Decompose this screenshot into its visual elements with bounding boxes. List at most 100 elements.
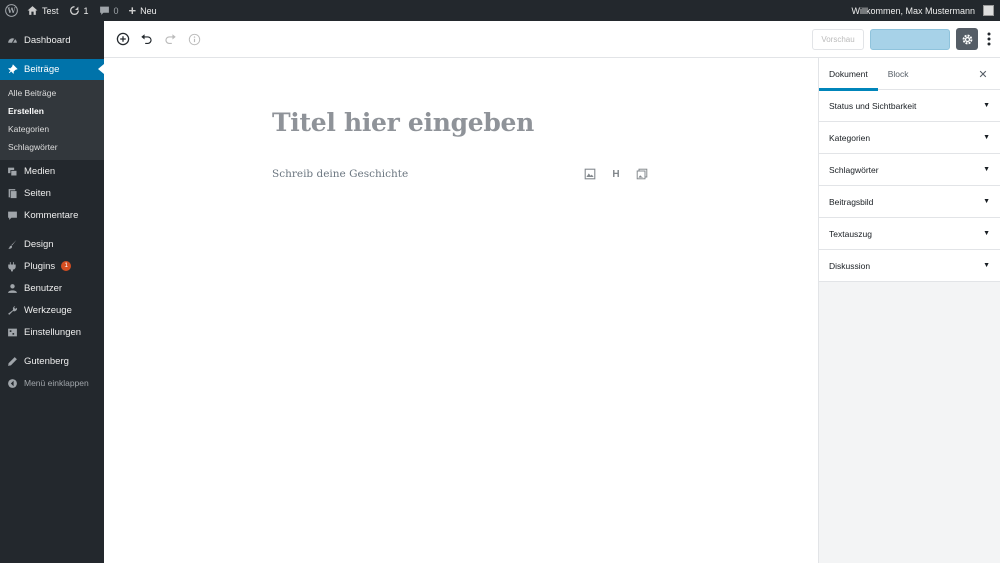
menu-label: Dashboard	[24, 34, 71, 46]
section-excerpt[interactable]: Textauszug ▼	[819, 218, 1000, 250]
settings-icon	[6, 326, 18, 338]
post-title-input[interactable]: Titel hier eingeben	[272, 108, 534, 137]
site-name: Test	[42, 5, 59, 16]
image-icon	[584, 168, 596, 180]
site-link[interactable]: Test	[22, 0, 64, 21]
heading-block-button[interactable]: H	[608, 166, 624, 182]
wordpress-logo-icon[interactable]: W	[0, 0, 22, 21]
preview-button[interactable]: Vorschau	[812, 28, 864, 50]
info-button[interactable]	[183, 28, 206, 51]
section-title: Textauszug	[829, 228, 872, 239]
editor-canvas: Titel hier eingeben Schreib deine Geschi…	[104, 58, 818, 563]
redo-button[interactable]	[159, 28, 182, 51]
menu-item-tools[interactable]: Werkzeuge	[0, 299, 104, 321]
close-settings-button[interactable]: ✕	[976, 67, 990, 81]
updates-count: 1	[83, 5, 89, 16]
vertical-ellipsis-icon	[987, 32, 991, 46]
section-title: Status und Sichtbarkeit	[829, 100, 917, 111]
menu-item-pages[interactable]: Seiten	[0, 182, 104, 204]
settings-tabs: Dokument Block ✕	[819, 58, 1000, 91]
menu-label: Seiten	[24, 187, 51, 199]
menu-item-media[interactable]: Medien	[0, 160, 104, 182]
updates-icon	[69, 5, 79, 16]
menu-item-comments[interactable]: Kommentare	[0, 204, 104, 226]
post-body-placeholder[interactable]: Schreib deine Geschichte	[272, 168, 408, 180]
section-categories[interactable]: Kategorien ▼	[819, 122, 1000, 154]
undo-button[interactable]	[135, 28, 158, 51]
menu-label: Einstellungen	[24, 326, 82, 338]
menu-label: Benutzer	[24, 282, 63, 294]
section-discussion[interactable]: Diskussion ▼	[819, 250, 1000, 282]
section-title: Diskussion	[829, 260, 871, 271]
new-content-link[interactable]: + Neu	[124, 0, 162, 21]
tab-block[interactable]: Block	[878, 58, 919, 90]
settings-toggle-button[interactable]	[956, 28, 978, 50]
menu-item-beitraege[interactable]: Beiträge	[0, 59, 104, 80]
pin-icon	[6, 64, 18, 76]
admin-sidebar: Dashboard Beiträge Alle Beiträge Erstell…	[0, 21, 104, 563]
section-tags[interactable]: Schlagwörter ▼	[819, 154, 1000, 186]
update-count-badge: 1	[61, 261, 72, 271]
submenu-item-categories[interactable]: Kategorien	[0, 120, 104, 138]
comments-count: 0	[113, 5, 119, 16]
new-label: Neu	[140, 5, 157, 16]
tab-document[interactable]: Dokument	[819, 58, 878, 91]
caret-down-icon: ▼	[983, 134, 990, 141]
caret-down-icon: ▼	[983, 198, 990, 205]
section-featured-image[interactable]: Beitragsbild ▼	[819, 186, 1000, 218]
caret-down-icon: ▼	[983, 102, 990, 109]
brush-icon	[6, 238, 18, 250]
comments-link[interactable]: 0	[94, 0, 124, 21]
more-menu-button[interactable]	[984, 28, 994, 50]
avatar	[983, 5, 994, 16]
menu-label: Plugins	[24, 260, 56, 272]
menu-item-plugins[interactable]: Plugins 1	[0, 255, 104, 277]
menu-item-gutenberg[interactable]: Gutenberg	[0, 350, 104, 372]
pencil-icon	[6, 355, 18, 367]
menu-item-design[interactable]: Design	[0, 233, 104, 255]
caret-down-icon: ▼	[983, 230, 990, 237]
gear-icon	[962, 34, 972, 44]
section-title: Kategorien	[829, 132, 871, 143]
wrench-icon	[6, 304, 18, 316]
section-status-visibility[interactable]: Status und Sichtbarkeit ▼	[819, 90, 1000, 122]
plugin-icon	[6, 260, 18, 272]
menu-item-dashboard[interactable]: Dashboard	[0, 29, 104, 51]
collapse-label: Menü einklappen	[24, 378, 89, 388]
menu-label: Medien	[24, 165, 56, 177]
pages-icon	[6, 187, 18, 199]
plus-circle-icon	[116, 32, 129, 46]
comments-icon	[6, 209, 18, 221]
menu-label: Gutenberg	[24, 355, 69, 367]
menu-item-settings[interactable]: Einstellungen	[0, 321, 104, 343]
dashboard-icon	[6, 34, 18, 46]
submenu-item-create[interactable]: Erstellen	[0, 102, 104, 120]
menu-label: Werkzeuge	[24, 304, 72, 316]
menu-item-users[interactable]: Benutzer	[0, 277, 104, 299]
settings-sidebar: Dokument Block ✕ Status und Sichtbarkeit…	[818, 58, 1000, 563]
caret-down-icon: ▼	[983, 262, 990, 269]
collapse-menu-button[interactable]: Menü einklappen	[0, 372, 104, 394]
menu-label: Beiträge	[24, 64, 60, 75]
section-title: Beitragsbild	[829, 196, 874, 207]
add-block-button[interactable]	[111, 28, 134, 51]
greeting: Willkommen, Max Mustermann	[851, 5, 975, 16]
publish-button[interactable]	[870, 28, 950, 50]
menu-label: Kommentare	[24, 209, 79, 221]
submenu-item-all-posts[interactable]: Alle Beiträge	[0, 84, 104, 102]
plus-icon: +	[128, 3, 137, 18]
collapse-arrow-icon	[6, 377, 18, 389]
account-menu[interactable]: Willkommen, Max Mustermann	[846, 0, 1000, 21]
admin-bar: W Test 1 0 + Neu Willkommen, Max Musterm…	[0, 0, 1000, 21]
home-icon	[27, 6, 38, 15]
section-title: Schlagwörter	[829, 164, 879, 175]
updates-link[interactable]: 1	[64, 0, 94, 21]
svg-text:W: W	[6, 6, 16, 15]
info-icon	[188, 33, 201, 45]
gallery-block-button[interactable]	[634, 166, 650, 182]
editor-toolbar: Vorschau	[104, 21, 1000, 58]
submenu-item-tags[interactable]: Schlagwörter	[0, 138, 104, 156]
caret-down-icon: ▼	[983, 166, 990, 173]
image-block-button[interactable]	[582, 166, 598, 182]
undo-icon	[141, 33, 152, 44]
